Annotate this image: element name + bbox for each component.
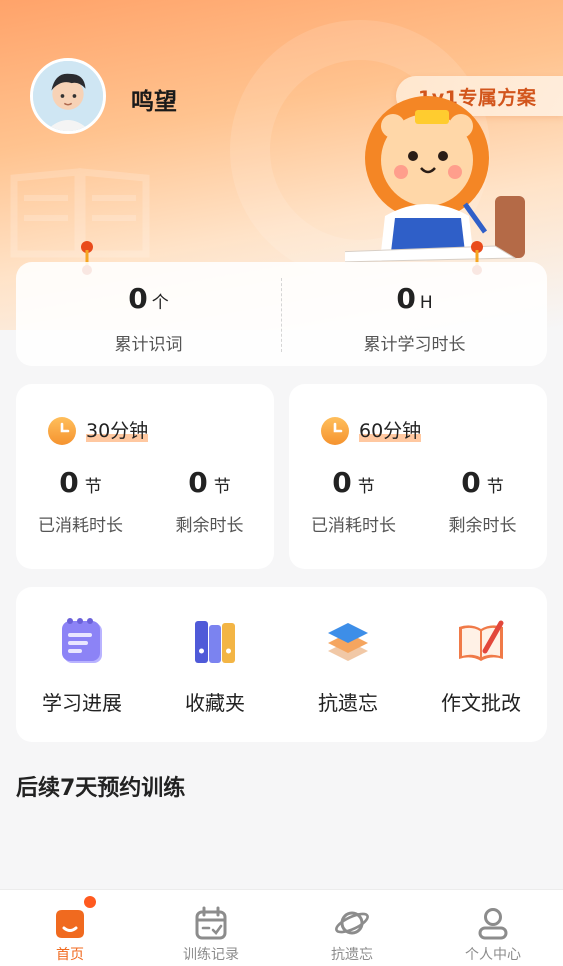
tool-anti-forgetting[interactable]: 抗遗忘 bbox=[282, 615, 414, 716]
tools-card: 学习进展 收藏夹 抗遗忘 作文批改 bbox=[16, 587, 547, 742]
tool-label: 收藏夹 bbox=[185, 691, 245, 715]
clock-icon bbox=[48, 416, 76, 445]
stat-words: 0个 累计识词 bbox=[16, 262, 281, 366]
tab-anti-forgetting[interactable]: 抗遗忘 bbox=[282, 906, 422, 964]
tool-essay-correction[interactable]: 作文批改 bbox=[415, 615, 547, 716]
notepad-icon bbox=[62, 618, 102, 663]
planet-icon bbox=[335, 911, 369, 935]
user-name: 鸣望 bbox=[131, 89, 177, 115]
stat-study-time: 0H 累计学习时长 bbox=[282, 262, 547, 366]
clock-icon bbox=[321, 416, 349, 445]
remaining-label: 剩余时长 bbox=[448, 516, 517, 536]
stat-unit: 个 bbox=[151, 293, 169, 313]
used-label: 已消耗时长 bbox=[311, 516, 396, 536]
tab-bar: 首页 训练记录 抗遗忘 个人中心 bbox=[0, 889, 563, 966]
tab-profile[interactable]: 个人中心 bbox=[423, 906, 563, 964]
duration-card-30[interactable]: 30分钟 0节 已消耗时长 0节 剩余时长 bbox=[16, 384, 274, 569]
tab-label: 抗遗忘 bbox=[331, 947, 373, 963]
stack-icon bbox=[328, 623, 368, 661]
remaining-label: 剩余时长 bbox=[175, 516, 244, 536]
remaining-count: 0节 剩余时长 bbox=[145, 466, 274, 536]
tool-study-progress[interactable]: 学习进展 bbox=[16, 615, 148, 716]
remaining-unit: 节 bbox=[213, 477, 231, 497]
binders-icon bbox=[195, 621, 235, 663]
used-count: 0节 已消耗时长 bbox=[289, 466, 418, 536]
remaining-unit: 节 bbox=[486, 477, 504, 497]
tool-label: 学习进展 bbox=[42, 691, 122, 715]
open-book-pencil-icon bbox=[459, 620, 504, 661]
stat-label: 累计识词 bbox=[114, 335, 183, 355]
stat-label: 累计学习时长 bbox=[363, 335, 466, 355]
avatar[interactable] bbox=[30, 58, 106, 134]
duration-title: 30分钟 bbox=[86, 416, 149, 445]
tab-training-records[interactable]: 训练记录 bbox=[141, 906, 281, 964]
lion-mascot-icon bbox=[345, 96, 525, 263]
tab-label: 个人中心 bbox=[465, 947, 521, 963]
used-value: 0 bbox=[332, 466, 352, 499]
notification-badge bbox=[84, 896, 96, 908]
used-unit: 节 bbox=[84, 477, 102, 497]
calendar-icon bbox=[195, 906, 227, 940]
tool-favorites[interactable]: 收藏夹 bbox=[149, 615, 281, 716]
remaining-value: 0 bbox=[461, 466, 481, 499]
section-title: 后续7天预约训练 bbox=[16, 776, 186, 801]
used-unit: 节 bbox=[357, 477, 375, 497]
remaining-value: 0 bbox=[188, 466, 208, 499]
avatar-icon bbox=[33, 61, 103, 131]
used-label: 已消耗时长 bbox=[38, 516, 123, 536]
tool-label: 抗遗忘 bbox=[318, 691, 378, 715]
tool-label: 作文批改 bbox=[441, 691, 521, 715]
user-icon bbox=[478, 908, 508, 940]
stats-card: 0个 累计识词 0H 累计学习时长 bbox=[16, 262, 547, 366]
used-value: 0 bbox=[59, 466, 79, 499]
tab-home[interactable]: 首页 bbox=[0, 896, 140, 964]
remaining-count: 0节 剩余时长 bbox=[418, 466, 547, 536]
duration-card-60[interactable]: 60分钟 0节 已消耗时长 0节 剩余时长 bbox=[289, 384, 547, 569]
tab-label: 首页 bbox=[56, 947, 84, 963]
used-count: 0节 已消耗时长 bbox=[16, 466, 145, 536]
stat-unit: H bbox=[419, 293, 433, 313]
stat-value: 0 bbox=[128, 282, 148, 315]
tab-label: 训练记录 bbox=[183, 947, 239, 963]
stat-value: 0 bbox=[396, 282, 416, 315]
home-icon bbox=[56, 910, 84, 938]
duration-title: 60分钟 bbox=[359, 416, 422, 445]
